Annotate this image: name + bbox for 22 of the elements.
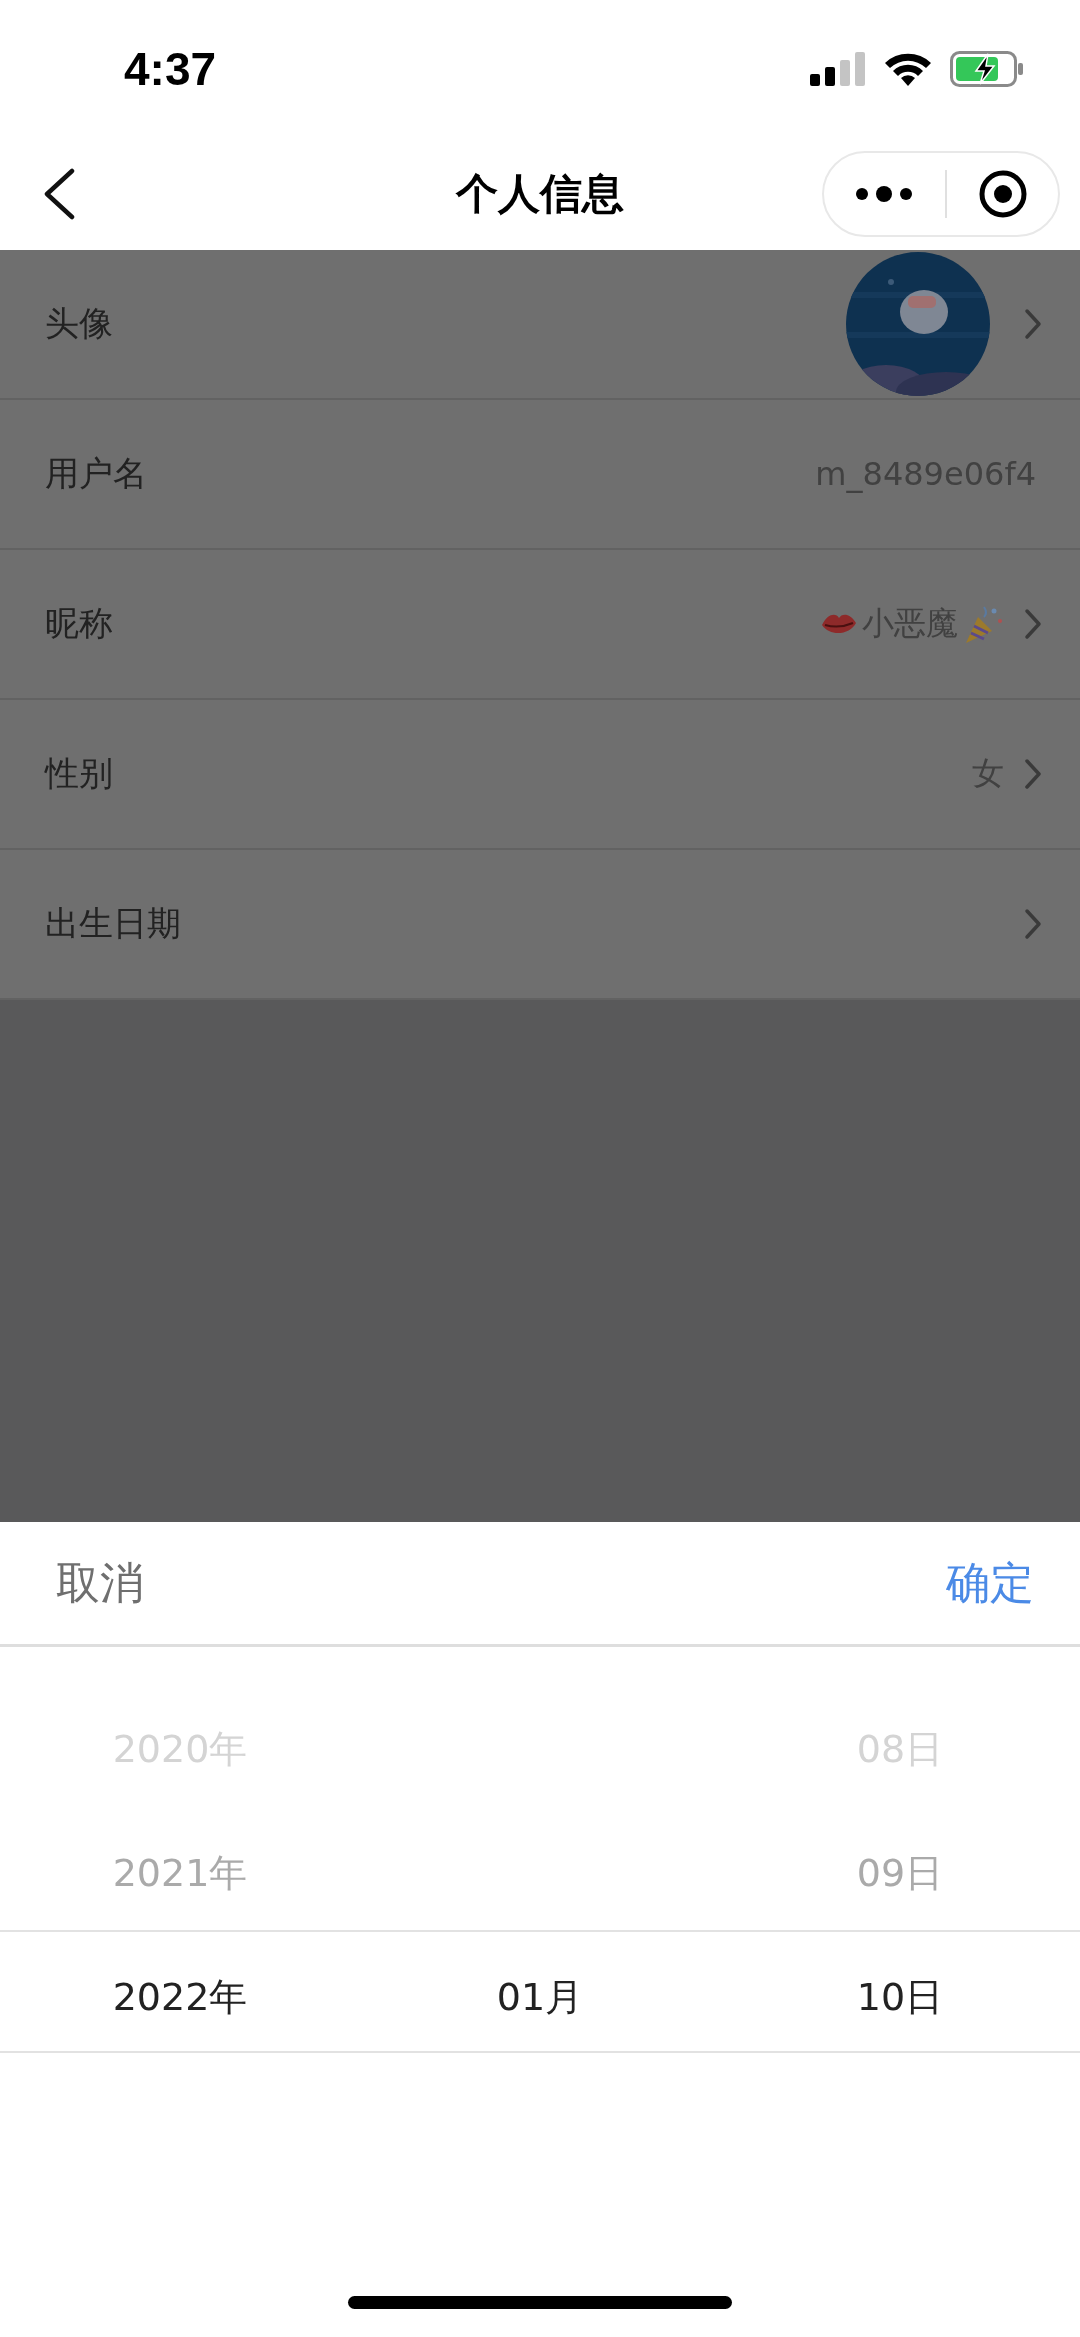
picker-option[interactable]: 09日 — [856, 1811, 944, 1935]
row-label: 头像 — [45, 302, 113, 345]
close-icon[interactable] — [978, 169, 1029, 219]
list-row[interactable]: 出生日期 — [0, 850, 1080, 1000]
row-label: 出生日期 — [45, 902, 181, 945]
row-label: 性别 — [45, 752, 113, 795]
picker-option[interactable]: 2022年 — [112, 1935, 248, 2059]
back-icon[interactable] — [42, 168, 76, 220]
wifi-icon — [884, 52, 932, 86]
picker-option[interactable]: 2021年 — [112, 1811, 248, 1935]
row-label: 用户名 — [45, 452, 147, 495]
list-row[interactable]: 头像 — [0, 250, 1080, 400]
confirm-button[interactable]: 确定 — [930, 1543, 1050, 1623]
signal-icon — [810, 52, 866, 86]
status-time: 4:37 — [124, 42, 217, 96]
cancel-button[interactable]: 取消 — [40, 1543, 160, 1623]
more-icon[interactable] — [853, 185, 914, 203]
battery-icon — [950, 51, 1024, 87]
picker-option[interactable]: 10日 — [856, 1935, 944, 2059]
picker-option[interactable]: 01月 — [496, 1935, 584, 2059]
page-title: 个人信息 — [456, 168, 624, 220]
row-label: 昵称 — [45, 602, 113, 645]
